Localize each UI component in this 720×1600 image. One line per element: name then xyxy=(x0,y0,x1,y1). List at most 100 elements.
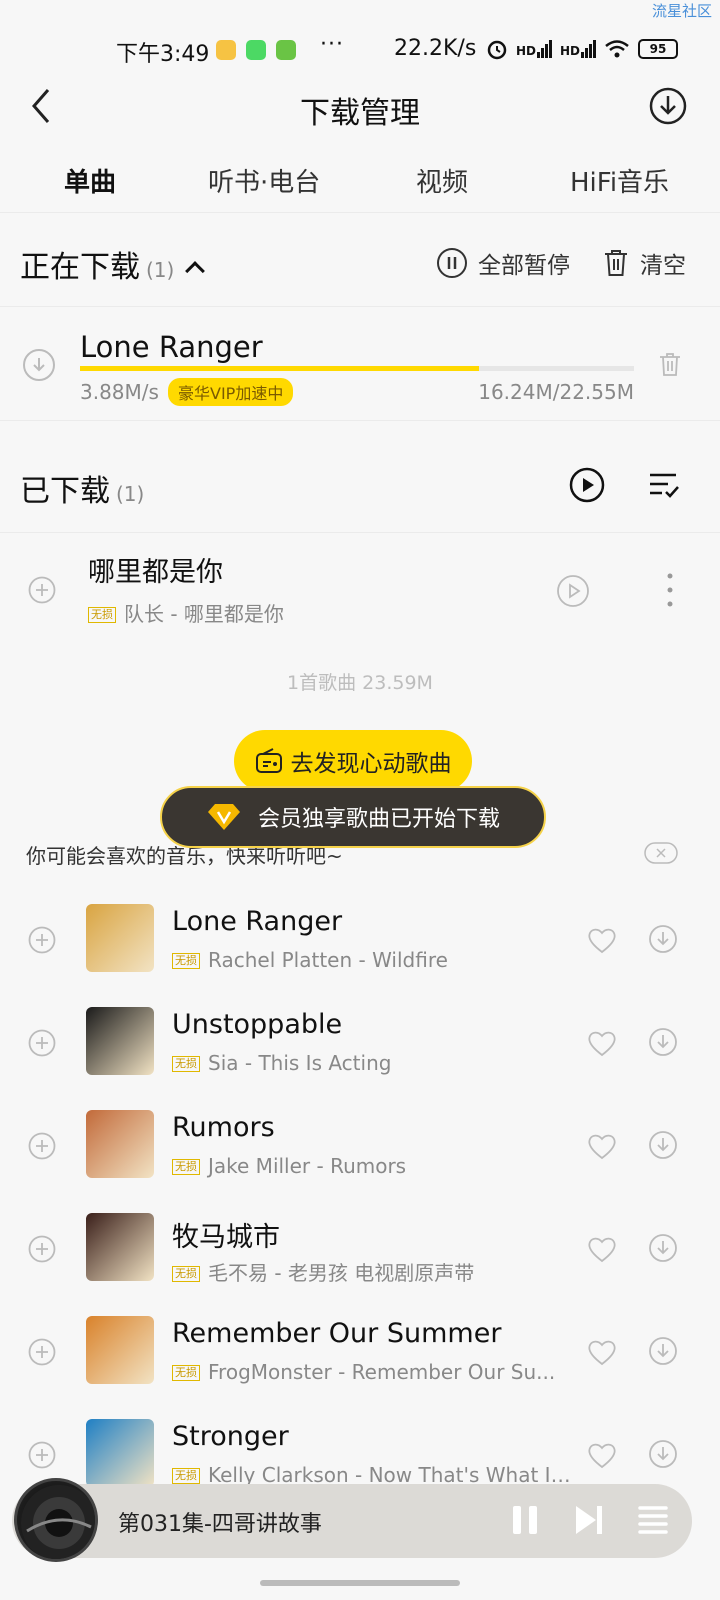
download-settings-button[interactable] xyxy=(648,86,688,126)
play-video-button[interactable] xyxy=(556,574,590,608)
app-notification-icon xyxy=(216,40,236,60)
heart-icon[interactable] xyxy=(586,1132,618,1160)
downloading-section-header[interactable]: 正在下载 (1) xyxy=(20,242,206,286)
divider xyxy=(0,420,720,421)
song-subtitle: 无损 Rachel Platten - Wildfire xyxy=(172,948,572,972)
heart-icon[interactable] xyxy=(586,1338,618,1366)
heart-icon[interactable] xyxy=(586,926,618,954)
pause-icon xyxy=(437,248,467,278)
signal-2-icon: HD xyxy=(560,40,597,58)
album-cover[interactable] xyxy=(86,1110,154,1178)
mini-player[interactable]: 第031集-四哥讲故事 xyxy=(12,1478,692,1562)
download-icon[interactable] xyxy=(648,1336,678,1366)
tab-bar: 单曲 听书·电台 视频 HiFi音乐 xyxy=(0,150,720,210)
section-count: (1) xyxy=(146,258,175,282)
album-cover[interactable] xyxy=(86,1419,154,1487)
player-track-title: 第031集-四哥讲故事 xyxy=(118,1512,322,1537)
playlist-button[interactable] xyxy=(638,1504,668,1536)
add-to-playlist-button[interactable] xyxy=(28,926,56,954)
tab-audiobooks[interactable]: 听书·电台 xyxy=(208,162,320,199)
status-time: 下午3:49 xyxy=(116,42,210,67)
song-subtitle: 无损 毛不易 - 老男孩 电视剧原声带 xyxy=(172,1257,572,1286)
signal-1-icon: HD xyxy=(516,40,553,58)
section-count: (1) xyxy=(116,482,145,506)
download-icon[interactable] xyxy=(648,1027,678,1057)
downloading-song-title: Lone Ranger xyxy=(80,330,263,364)
song-title: Lone Ranger xyxy=(172,906,343,937)
heart-icon[interactable] xyxy=(586,1441,618,1469)
download-status-icon[interactable] xyxy=(22,348,56,382)
download-icon[interactable] xyxy=(648,924,678,954)
song-subtitle: 无损 Jake Miller - Rumors xyxy=(172,1154,572,1178)
tab-hifi[interactable]: HiFi音乐 xyxy=(570,162,669,199)
add-to-playlist-button[interactable] xyxy=(28,1235,56,1263)
trash-icon xyxy=(605,250,627,276)
vip-diamond-icon xyxy=(207,804,240,830)
pause-all-button[interactable]: 全部暂停 xyxy=(436,246,570,280)
lossless-badge: 无损 xyxy=(172,953,200,969)
clear-button[interactable]: 清空 xyxy=(602,246,686,280)
batch-manage-button[interactable] xyxy=(648,470,680,500)
add-to-playlist-button[interactable] xyxy=(28,1132,56,1160)
watermark-text: 流星社区 xyxy=(651,2,712,20)
heart-icon[interactable] xyxy=(586,1235,618,1263)
discover-songs-button[interactable]: 去发现心动歌曲 xyxy=(234,730,472,792)
lossless-badge: 无损 xyxy=(88,607,116,623)
tab-videos[interactable]: 视频 xyxy=(416,162,468,199)
download-progress-fill xyxy=(80,366,479,371)
battery-indicator: 95 xyxy=(638,39,679,59)
song-title: Remember Our Summer xyxy=(172,1318,502,1349)
album-cover[interactable] xyxy=(86,904,154,972)
radio-icon xyxy=(255,748,282,773)
header: 下载管理 xyxy=(0,70,720,146)
add-to-playlist-button[interactable] xyxy=(28,1441,56,1469)
toast-message: 会员独享歌曲已开始下载 xyxy=(160,786,546,848)
download-notification-icon xyxy=(276,40,296,60)
download-icon[interactable] xyxy=(648,1130,678,1160)
song-subtitle: 无损 Sia - This Is Acting xyxy=(172,1051,572,1075)
alarm-icon xyxy=(487,40,507,60)
add-to-playlist-button[interactable] xyxy=(28,1338,56,1366)
add-to-playlist-button[interactable] xyxy=(28,1029,56,1057)
lossless-badge: 无损 xyxy=(172,1365,200,1381)
add-to-playlist-button[interactable] xyxy=(28,576,56,604)
section-title: 已下载 xyxy=(20,474,110,509)
page-title: 下载管理 xyxy=(300,96,420,131)
downloaded-section-header: 已下载 (1) xyxy=(20,466,144,510)
tab-active-indicator xyxy=(130,198,178,208)
lossless-badge: 无损 xyxy=(172,1159,200,1175)
pause-button[interactable] xyxy=(510,1504,540,1536)
album-cover[interactable] xyxy=(86,1316,154,1384)
more-notifications-icon: ··· xyxy=(320,32,344,57)
album-cover[interactable] xyxy=(86,1007,154,1075)
download-size: 16.24M/22.55M xyxy=(478,380,634,404)
lossless-badge: 无损 xyxy=(172,1468,200,1484)
download-icon[interactable] xyxy=(648,1233,678,1263)
close-recommend-button[interactable] xyxy=(644,842,678,864)
delete-download-button[interactable] xyxy=(658,352,682,378)
tool-notification-icon xyxy=(246,40,266,60)
song-title: 哪里都是你 xyxy=(88,557,223,588)
divider xyxy=(0,532,720,533)
song-title: Rumors xyxy=(172,1112,275,1143)
vip-speed-badge: 豪华VIP加速中 xyxy=(168,378,294,406)
player-cover-art[interactable] xyxy=(14,1478,98,1562)
divider xyxy=(0,212,720,213)
album-cover[interactable] xyxy=(86,1213,154,1281)
tab-singles[interactable]: 单曲 xyxy=(64,162,178,208)
song-subtitle: 无损 FrogMonster - Remember Our Su... xyxy=(172,1360,572,1384)
play-all-button[interactable] xyxy=(569,467,605,503)
download-speed: 3.88M/s xyxy=(80,380,159,404)
downloaded-total: 1首歌曲 23.59M xyxy=(287,672,433,694)
more-options-icon[interactable] xyxy=(666,572,674,608)
song-subtitle: 无损 队长 - 哪里都是你 xyxy=(88,598,548,627)
chevron-up-icon xyxy=(185,261,206,281)
next-track-button[interactable] xyxy=(574,1504,604,1536)
net-speed: 22.2K/s xyxy=(394,36,477,61)
section-title: 正在下载 xyxy=(20,250,140,285)
status-bar: 下午3:49 ··· 22.2K/s HD HD 95 xyxy=(0,30,720,70)
heart-icon[interactable] xyxy=(586,1029,618,1057)
song-title: 牧马城市 xyxy=(172,1222,280,1253)
download-icon[interactable] xyxy=(648,1439,678,1469)
home-indicator xyxy=(260,1580,460,1586)
